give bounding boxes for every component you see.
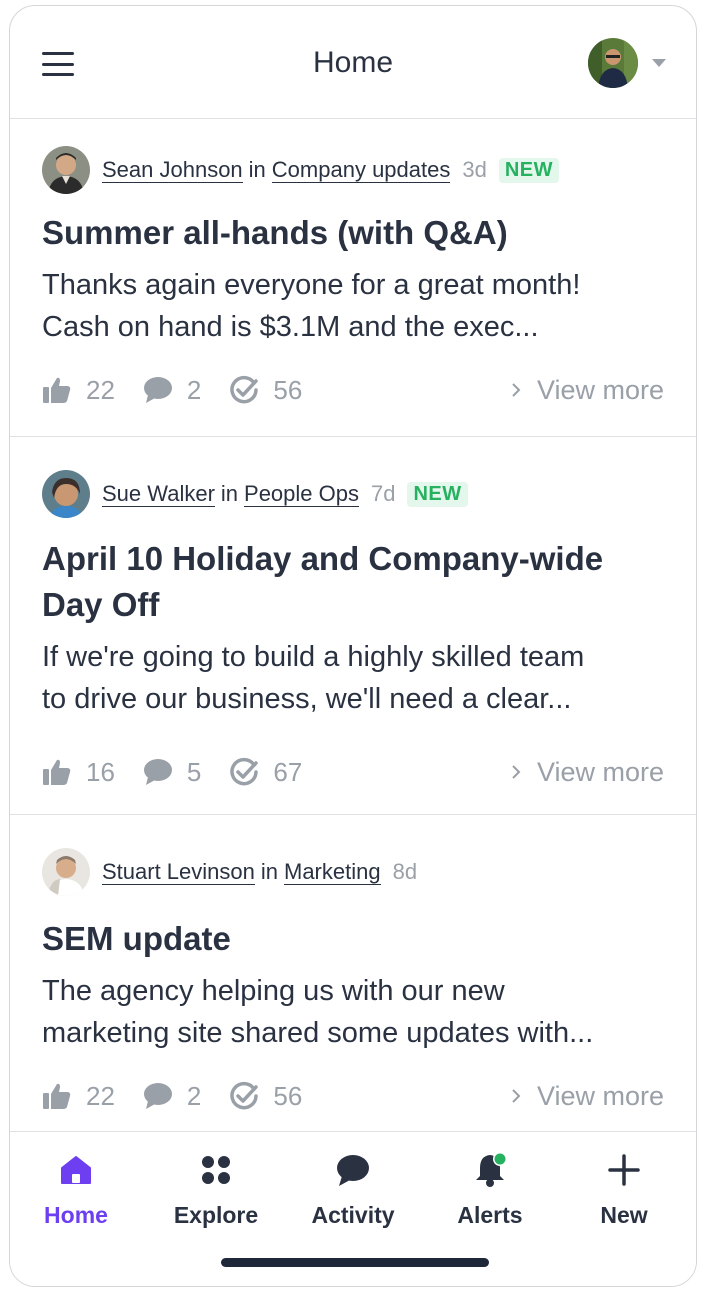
seen-count: 56 xyxy=(273,374,303,405)
feed-post[interactable]: Sue Walker in People Ops 7d NEW April 10… xyxy=(10,437,696,815)
thumbs-up-icon xyxy=(43,759,71,785)
post-header: Stuart Levinson in Marketing 8d xyxy=(42,847,417,897)
timestamp: 7d xyxy=(370,481,396,506)
like-count: 16 xyxy=(86,756,115,787)
view-more-label: View more xyxy=(536,756,664,787)
in-label: in xyxy=(260,859,278,884)
chat-bubble-icon xyxy=(337,1155,369,1186)
comment-count: 2 xyxy=(186,374,202,405)
thumbs-up-icon xyxy=(43,377,71,403)
excerpt-line: marketing site shared some updates with.… xyxy=(42,1017,594,1049)
comment-icon xyxy=(143,759,172,785)
phone-frame: Home Sean Johnson in Company updates 3d … xyxy=(9,5,697,1287)
new-badge: NEW xyxy=(407,481,468,507)
tab-activity[interactable]: Activity xyxy=(288,1146,418,1229)
in-label: in xyxy=(220,481,239,506)
post-header: Sue Walker in People Ops 7d NEW xyxy=(42,469,468,519)
excerpt-line: The agency helping us with our new xyxy=(42,975,505,1007)
channel-link[interactable]: Company updates xyxy=(271,157,451,183)
tab-new[interactable]: New xyxy=(559,1146,689,1229)
view-more-label: View more xyxy=(536,374,664,405)
home-indicator xyxy=(221,1258,489,1267)
new-badge: NEW xyxy=(498,157,560,183)
post-stats: 22 2 56 View more xyxy=(42,373,664,407)
like-count: 22 xyxy=(86,1080,115,1111)
bottom-tab-bar: Home Explore Activity Alerts New xyxy=(10,1131,696,1286)
comment-count: 2 xyxy=(186,1080,202,1111)
tab-label: Explore xyxy=(173,1202,259,1228)
chevron-down-icon[interactable] xyxy=(652,59,666,67)
view-more-link[interactable]: View more xyxy=(511,1081,664,1112)
tab-home[interactable]: Home xyxy=(11,1146,141,1229)
post-excerpt: The agency helping us with our new marke… xyxy=(42,970,682,1054)
feed-post[interactable]: Stuart Levinson in Marketing 8d SEM upda… xyxy=(10,815,696,1131)
author-link[interactable]: Sue Walker xyxy=(102,481,215,507)
comment-icon xyxy=(143,377,172,403)
post-title[interactable]: SEM update xyxy=(42,916,672,962)
top-bar: Home xyxy=(10,6,696,119)
comment-button[interactable]: 5 xyxy=(143,757,201,788)
check-circle-icon xyxy=(230,375,259,404)
view-more-link[interactable]: View more xyxy=(511,375,664,406)
chevron-right-icon xyxy=(512,1089,521,1103)
view-more-link[interactable]: View more xyxy=(511,757,664,788)
avatar[interactable] xyxy=(42,146,90,194)
post-stats: 16 5 67 View more xyxy=(42,755,664,789)
like-button[interactable]: 22 xyxy=(42,375,115,406)
view-more-label: View more xyxy=(536,1080,664,1111)
plus-icon xyxy=(608,1154,640,1186)
seen-count: 67 xyxy=(273,756,303,787)
excerpt-line: Thanks again everyone for a great month! xyxy=(42,269,581,301)
tab-explore[interactable]: Explore xyxy=(151,1146,281,1229)
post-excerpt: If we're going to build a highly skilled… xyxy=(42,636,682,720)
like-button[interactable]: 22 xyxy=(42,1081,115,1112)
post-title[interactable]: Summer all-hands (with Q&A) xyxy=(42,210,672,256)
tab-label: Alerts xyxy=(457,1202,523,1228)
post-title[interactable]: April 10 Holiday and Company-wide Day Of… xyxy=(42,536,672,628)
seen-button[interactable]: 56 xyxy=(229,1081,302,1112)
like-count: 22 xyxy=(86,374,115,405)
timestamp: 8d xyxy=(392,859,418,884)
tab-label: New xyxy=(600,1202,648,1228)
seen-count: 56 xyxy=(273,1080,303,1111)
post-stats: 22 2 56 View more xyxy=(42,1079,664,1113)
title-line: April 10 Holiday and Company-wide xyxy=(42,540,604,577)
comment-button[interactable]: 2 xyxy=(143,375,201,406)
comment-icon xyxy=(143,1083,172,1109)
title-line: Day Off xyxy=(42,586,160,623)
user-avatar[interactable] xyxy=(588,38,638,88)
post-excerpt: Thanks again everyone for a great month!… xyxy=(42,264,682,348)
comment-count: 5 xyxy=(186,756,202,787)
avatar[interactable] xyxy=(42,470,90,518)
home-icon xyxy=(61,1156,91,1184)
author-link[interactable]: Stuart Levinson xyxy=(102,859,255,885)
like-button[interactable]: 16 xyxy=(42,757,115,788)
author-link[interactable]: Sean Johnson xyxy=(102,157,243,183)
tab-label: Activity xyxy=(311,1202,395,1228)
chevron-right-icon xyxy=(512,765,521,779)
thumbs-up-icon xyxy=(43,1083,71,1109)
seen-button[interactable]: 67 xyxy=(229,757,302,788)
check-circle-icon xyxy=(230,1081,259,1110)
timestamp: 3d xyxy=(462,157,487,182)
avatar[interactable] xyxy=(42,848,90,896)
tab-alerts[interactable]: Alerts xyxy=(425,1146,555,1229)
chevron-right-icon xyxy=(512,383,521,397)
post-header: Sean Johnson in Company updates 3d NEW xyxy=(42,145,560,195)
check-circle-icon xyxy=(230,757,259,786)
channel-link[interactable]: People Ops xyxy=(244,481,359,507)
comment-button[interactable]: 2 xyxy=(143,1081,201,1112)
feed-post[interactable]: Sean Johnson in Company updates 3d NEW S… xyxy=(10,119,696,437)
excerpt-line: to drive our business, we'll need a clea… xyxy=(42,683,572,715)
bell-icon xyxy=(476,1152,507,1187)
tab-label: Home xyxy=(44,1202,108,1228)
explore-icon xyxy=(202,1156,230,1184)
seen-button[interactable]: 56 xyxy=(229,375,302,406)
channel-link[interactable]: Marketing xyxy=(284,859,381,885)
excerpt-line: Cash on hand is $3.1M and the exec... xyxy=(42,311,539,343)
in-label: in xyxy=(248,157,266,182)
excerpt-line: If we're going to build a highly skilled… xyxy=(42,641,585,673)
